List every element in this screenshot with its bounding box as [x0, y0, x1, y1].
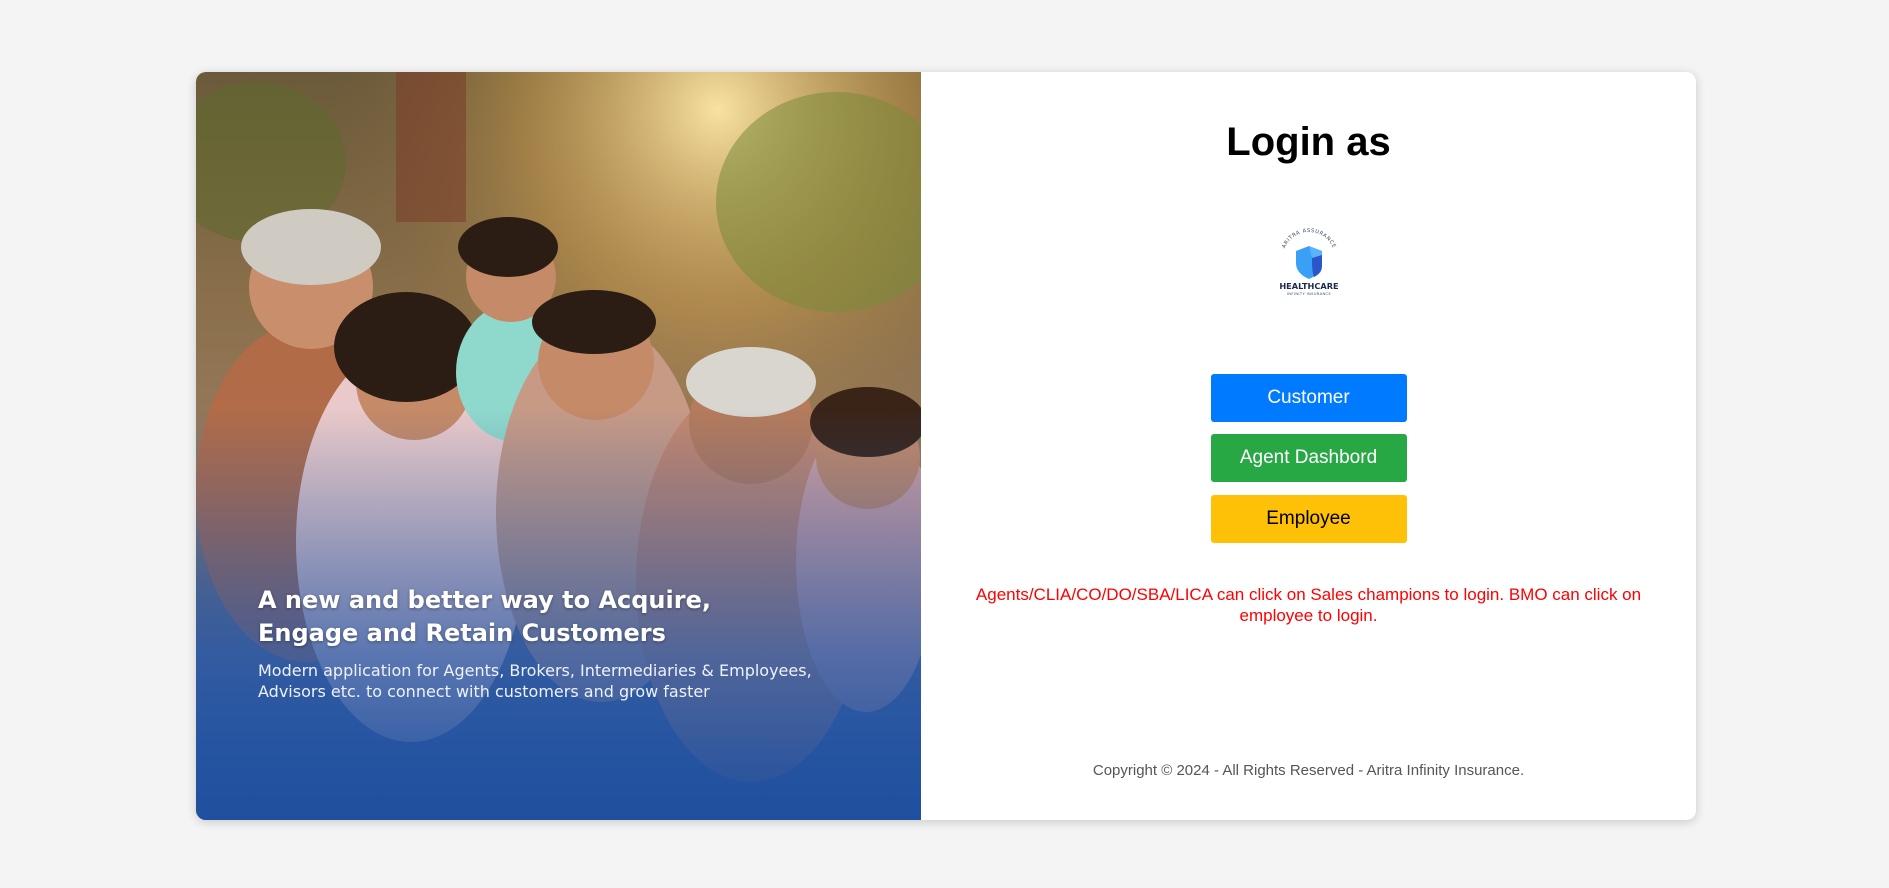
hero-heading-line-1: A new and better way to Acquire, — [258, 586, 711, 614]
hero-heading: A new and better way to Acquire, Engage … — [258, 584, 838, 650]
login-card: A new and better way to Acquire, Engage … — [196, 72, 1696, 820]
hero-image: A new and better way to Acquire, Engage … — [196, 72, 921, 820]
employee-login-button[interactable]: Employee — [1210, 495, 1407, 543]
login-notice: Agents/CLIA/CO/DO/SBA/LICA can click on … — [975, 585, 1642, 625]
login-panel: Login as ARITRA ASSURANCE HEALTHCARE INF… — [921, 72, 1696, 820]
hero-heading-line-2: Engage and Retain Customers — [258, 619, 666, 647]
hero-text: A new and better way to Acquire, Engage … — [258, 584, 838, 702]
family-photo — [196, 72, 921, 820]
customer-login-button[interactable]: Customer — [1210, 374, 1407, 422]
logo-tagline: INFINITY INSURANCE — [1286, 292, 1331, 296]
shield-icon — [1295, 246, 1322, 279]
agent-dashboard-button[interactable]: Agent Dashbord — [1210, 434, 1407, 482]
logo-name: HEALTHCARE — [1279, 281, 1338, 291]
hero-subtitle: Modern application for Agents, Brokers, … — [258, 660, 838, 702]
healthcare-logo: ARITRA ASSURANCE HEALTHCARE INFINITY INS… — [1279, 228, 1338, 296]
copyright-text: Copyright © 2024 - All Rights Reserved -… — [1092, 762, 1525, 779]
hero-subtitle-line-2: Advisors etc. to connect with customers … — [258, 682, 710, 701]
page-title: Login as — [1226, 120, 1391, 164]
hero-subtitle-line-1: Modern application for Agents, Brokers, … — [258, 661, 812, 680]
